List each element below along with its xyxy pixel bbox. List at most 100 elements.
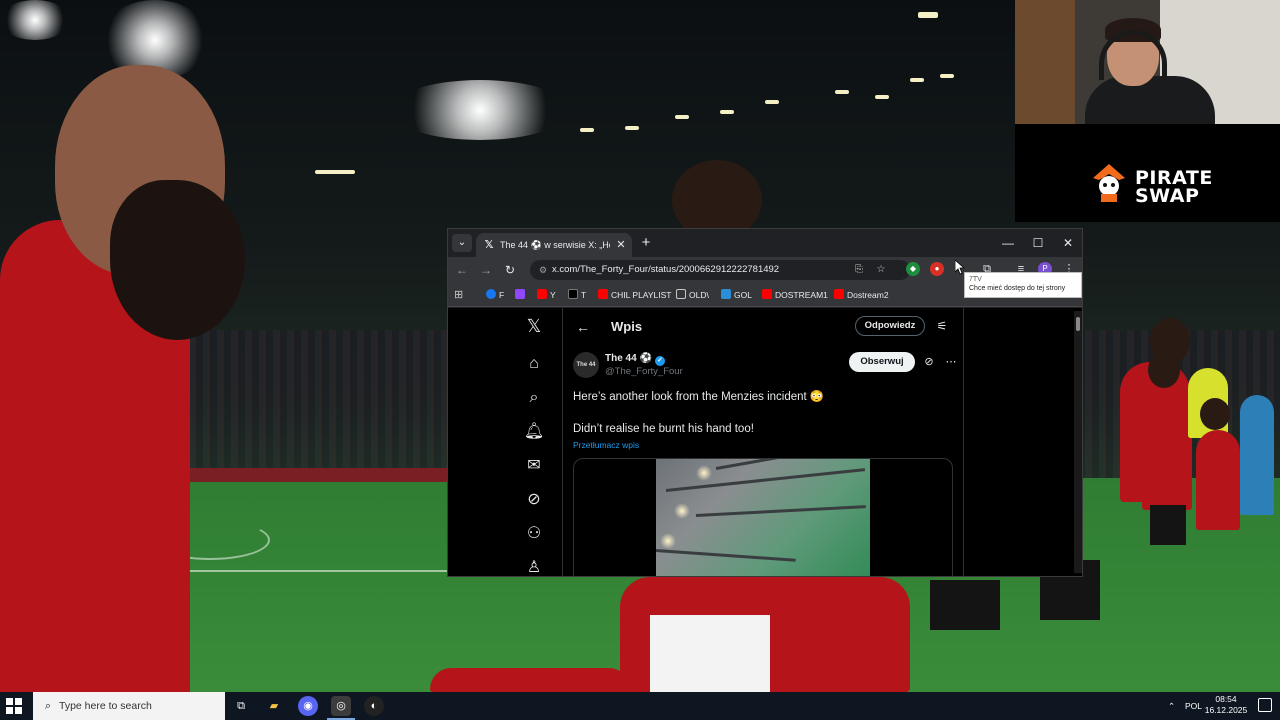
shield-extension-icon[interactable]: ◆ bbox=[906, 262, 920, 276]
extension-icon[interactable]: ● bbox=[930, 262, 944, 276]
reply-button[interactable]: Odpowiedz bbox=[855, 316, 925, 336]
search-icon[interactable]: ⌕ bbox=[522, 386, 546, 410]
post-text-line: Here’s another look from the Menzies inc… bbox=[573, 391, 825, 403]
file-explorer-icon[interactable]: ▰ bbox=[264, 696, 284, 716]
grok-icon[interactable]: ⊘ bbox=[522, 488, 546, 512]
translate-post-link[interactable]: Przetłumacz wpis bbox=[573, 440, 639, 451]
mascot-shorts bbox=[1150, 505, 1186, 545]
clock-time: 08:54 bbox=[1215, 694, 1237, 704]
address-bar[interactable]: ⚙ x.com/The_Forty_Four/status/2000662912… bbox=[530, 260, 910, 280]
tab-title: The 44 ⚽ w serwisie X: „Here’s bbox=[500, 240, 610, 250]
bookmark-star-icon[interactable]: ☆ bbox=[874, 263, 888, 277]
stand-lamp bbox=[580, 128, 594, 132]
bookmark-item[interactable]: GOL bbox=[721, 288, 752, 302]
scrollbar-thumb[interactable] bbox=[1076, 317, 1080, 331]
more-options-icon[interactable]: ⋯ bbox=[943, 354, 959, 370]
stand-lamp bbox=[918, 12, 938, 18]
notifications-icon[interactable] bbox=[1258, 698, 1272, 712]
apps-grid-icon[interactable]: ⊞ bbox=[454, 288, 463, 302]
stand-lamp bbox=[720, 110, 734, 114]
author-handle[interactable]: @The_Forty_Four bbox=[605, 366, 683, 378]
windows-start-icon[interactable] bbox=[6, 698, 22, 714]
tooltip-title: 7TV bbox=[969, 276, 982, 283]
player-shirt bbox=[430, 668, 630, 692]
chrome-app-icon[interactable]: ◎ bbox=[331, 696, 351, 716]
youtube-icon bbox=[537, 289, 547, 299]
install-app-icon[interactable]: ⎘ bbox=[852, 263, 866, 277]
stand-lamp bbox=[940, 74, 954, 78]
floodlight bbox=[390, 80, 570, 140]
forward-button[interactable]: → bbox=[476, 261, 496, 279]
bookmark-item[interactable] bbox=[515, 288, 528, 302]
post-column: ← Wpis Odpowiedz ⚟ The 44 The 44 ⚽ ✓ @The… bbox=[563, 308, 963, 576]
active-tab[interactable]: 𝕏 The 44 ⚽ w serwisie X: „Here’s ✕ bbox=[476, 233, 632, 257]
back-button[interactable]: ← bbox=[452, 261, 472, 279]
bookmark-item[interactable]: DOSTREAM1 bbox=[762, 288, 828, 302]
taskbar-clock[interactable]: 08:54 16.12.2025 bbox=[1200, 694, 1252, 716]
post-media-frame[interactable] bbox=[573, 458, 953, 576]
verified-badge-icon: ✓ bbox=[654, 356, 665, 366]
bookmark-item[interactable]: Dostream2 bbox=[834, 288, 889, 302]
avatar[interactable]: The 44 bbox=[573, 352, 599, 378]
page-scrollbar[interactable] bbox=[1074, 311, 1082, 573]
reply-settings-icon[interactable]: ⚟ bbox=[933, 317, 951, 335]
new-tab-button[interactable]: + bbox=[636, 233, 656, 253]
task-view-icon[interactable]: ⧉ bbox=[231, 696, 251, 716]
x-sidebar-nav: 𝕏 ⌂ ⌕ 🔔︎ ✉ ⊘ ⚇ ♙ bbox=[512, 308, 562, 576]
x-logo-icon[interactable]: 𝕏 bbox=[522, 314, 546, 338]
x-logo-icon: 𝕏 bbox=[484, 238, 494, 251]
post-video-thumbnail[interactable] bbox=[655, 459, 870, 576]
youtube-icon bbox=[598, 289, 608, 299]
column-divider bbox=[963, 308, 964, 576]
bookmark-item[interactable]: Y bbox=[537, 288, 556, 302]
bookmark-item[interactable]: T bbox=[568, 288, 586, 302]
mascot-shirt bbox=[1240, 395, 1274, 515]
webcam-overlay bbox=[1015, 0, 1280, 124]
bookmark-item[interactable]: F bbox=[486, 288, 504, 302]
follow-button[interactable]: Obserwuj bbox=[849, 352, 915, 372]
x-logo-icon bbox=[568, 289, 578, 299]
close-window-button[interactable]: ✕ bbox=[1053, 232, 1082, 254]
sponsor-banner: PIRATE SWAP bbox=[1015, 124, 1280, 222]
taskbar-search-box[interactable]: ⌕ Type here to search bbox=[33, 692, 225, 720]
notifications-bell-icon[interactable]: 🔔︎ bbox=[522, 420, 546, 444]
profile-icon[interactable]: ♙ bbox=[522, 556, 546, 576]
title-bar: ⌄ 𝕏 The 44 ⚽ w serwisie X: „Here’s ✕ + —… bbox=[448, 229, 1082, 257]
mouse-cursor-icon bbox=[955, 260, 965, 274]
post-text-line: Didn’t realise he burnt his hand too! bbox=[573, 423, 754, 435]
windows-taskbar: ⌕ Type here to search ⧉ ▰ ◉ ◎ ◐ ⌃ POL 08… bbox=[0, 692, 1280, 720]
tray-chevron-icon[interactable]: ⌃ bbox=[1168, 698, 1175, 714]
site-info-icon[interactable]: ⚙ bbox=[536, 263, 550, 277]
twitch-icon bbox=[515, 289, 525, 299]
tab-search-button[interactable]: ⌄ bbox=[452, 234, 472, 252]
search-placeholder: Type here to search bbox=[59, 700, 152, 712]
folder-icon bbox=[676, 289, 686, 299]
close-tab-icon[interactable]: ✕ bbox=[614, 238, 628, 252]
reload-button[interactable]: ↻ bbox=[500, 261, 520, 279]
mascot-shirt bbox=[1196, 430, 1240, 530]
gol-icon bbox=[721, 289, 731, 299]
url-text[interactable]: x.com/The_Forty_Four/status/200066291222… bbox=[552, 264, 779, 276]
grok-icon[interactable]: ⊘ bbox=[921, 354, 937, 370]
communities-icon[interactable]: ⚇ bbox=[522, 522, 546, 546]
clock-date: 16.12.2025 bbox=[1204, 705, 1248, 715]
floodlight bbox=[0, 0, 70, 40]
player-shorts bbox=[930, 580, 1000, 630]
mascot-head bbox=[1200, 398, 1230, 430]
home-icon[interactable]: ⌂ bbox=[522, 352, 546, 376]
mascot-head bbox=[1148, 352, 1180, 388]
stand-lamp bbox=[625, 126, 639, 130]
minimize-button[interactable]: — bbox=[993, 232, 1023, 254]
player-shorts bbox=[650, 615, 770, 692]
obs-app-icon[interactable]: ◐ bbox=[364, 696, 384, 716]
stand-lamp bbox=[675, 115, 689, 119]
author-name[interactable]: The 44 ⚽ ✓ bbox=[605, 352, 665, 366]
messages-envelope-icon[interactable]: ✉ bbox=[522, 454, 546, 478]
maximize-button[interactable]: ☐ bbox=[1023, 232, 1053, 254]
bookmark-item[interactable]: CHIL PLAYLIST bbox=[598, 288, 671, 302]
pirate-logo-icon bbox=[1093, 164, 1125, 202]
back-arrow-icon[interactable]: ← bbox=[573, 317, 593, 337]
bookmark-folder[interactable]: OLD\ bbox=[676, 288, 709, 302]
extension-tooltip: 7TV Chce mieć dostęp do tej strony bbox=[964, 272, 1082, 298]
discord-app-icon[interactable]: ◉ bbox=[298, 696, 318, 716]
